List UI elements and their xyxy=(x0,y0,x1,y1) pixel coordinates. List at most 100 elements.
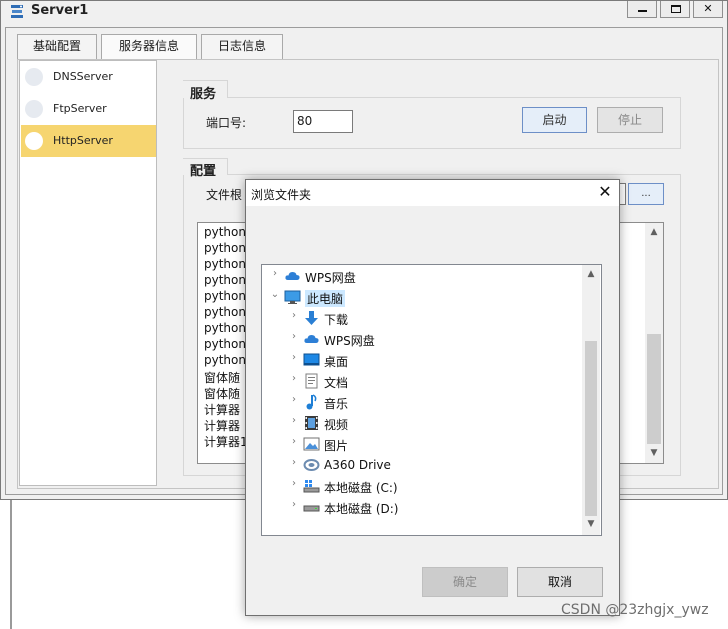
video-icon xyxy=(303,415,320,431)
desktop-icon xyxy=(303,352,320,368)
radio-indicator-icon xyxy=(25,68,43,86)
stop-button[interactable]: 停止 xyxy=(597,107,663,133)
file-list-item[interactable]: python xyxy=(204,337,246,351)
window-title: Server1 xyxy=(31,3,89,18)
browse-folder-dialog: 浏览文件夹 ✕ › WPS网盘 ⌄ 此电脑 › 下载 › WPS网盘 › 桌面 › 文档 › 音乐 › 视频 ›… xyxy=(245,179,620,616)
radio-indicator-icon xyxy=(25,132,43,150)
tree-item-label: 此电脑 xyxy=(305,290,346,307)
file-list-item[interactable]: 计算器1 xyxy=(204,433,248,450)
list-item-httpserver[interactable]: HttpServer xyxy=(21,125,156,157)
chevron-right-icon[interactable]: › xyxy=(288,436,300,447)
tree-item[interactable]: › 桌面 xyxy=(262,350,584,370)
tab-server-info[interactable]: 服务器信息 xyxy=(101,34,197,59)
cloud-icon xyxy=(303,331,320,347)
maximize-icon xyxy=(671,5,681,13)
tree-item[interactable]: › 本地磁盘 (C:) xyxy=(262,476,584,496)
list-item-dnsserver[interactable]: DNSServer xyxy=(21,61,156,93)
tree-item-label: 桌面 xyxy=(324,355,349,369)
start-button[interactable]: 启动 xyxy=(522,107,587,133)
chevron-right-icon[interactable]: › xyxy=(288,331,300,342)
server-type-list: DNSServer FtpServer HttpServer xyxy=(19,60,157,486)
tree-item-label: 音乐 xyxy=(324,397,349,411)
minimize-button[interactable] xyxy=(627,1,657,18)
desktop-divider xyxy=(10,500,12,629)
tree-item-label: 下载 xyxy=(324,313,349,327)
tree-item[interactable]: › 下载 xyxy=(262,308,584,328)
tree-item[interactable]: › WPS网盘 xyxy=(262,329,584,349)
tree-item-label: 视频 xyxy=(324,418,349,432)
tree-item[interactable]: › 图片 xyxy=(262,434,584,454)
file-list-item[interactable]: 窗体随 xyxy=(204,369,240,386)
tree-item[interactable]: › 视频 xyxy=(262,413,584,433)
browse-button[interactable]: ... xyxy=(628,183,664,205)
tree-item-label: WPS网盘 xyxy=(305,271,356,285)
dialog-titlebar[interactable]: 浏览文件夹 ✕ xyxy=(246,180,619,206)
tree-item[interactable]: › WPS网盘 xyxy=(262,266,584,286)
tree-item-label: 本地磁盘 (C:) xyxy=(324,481,398,495)
ok-button[interactable]: 确定 xyxy=(422,567,508,597)
scroll-down-icon[interactable]: ▼ xyxy=(645,448,663,458)
chevron-right-icon[interactable]: › xyxy=(288,352,300,363)
chevron-right-icon[interactable]: › xyxy=(288,457,300,468)
tree-item[interactable]: › 文档 xyxy=(262,371,584,391)
list-item-label: HttpServer xyxy=(53,134,113,147)
tab-log-info[interactable]: 日志信息 xyxy=(201,34,283,59)
window-titlebar[interactable]: Server1 ✕ xyxy=(1,1,727,23)
chevron-right-icon[interactable]: › xyxy=(288,373,300,384)
tree-item-label: WPS网盘 xyxy=(324,334,375,348)
radio-indicator-icon xyxy=(25,100,43,118)
file-list-item[interactable]: 计算器 xyxy=(204,401,240,418)
drive-icon xyxy=(303,499,320,515)
tab-basic-config[interactable]: 基础配置 xyxy=(17,34,97,59)
file-list-item[interactable]: 计算器 xyxy=(204,417,240,434)
cancel-button[interactable]: 取消 xyxy=(517,567,603,597)
tree-scroll-down-icon[interactable]: ▼ xyxy=(582,519,600,529)
document-root-label: 文件根 xyxy=(206,188,243,202)
file-list-item[interactable]: python xyxy=(204,289,246,303)
file-list-item[interactable]: python xyxy=(204,225,246,239)
cloud-icon xyxy=(284,268,301,284)
chevron-right-icon[interactable]: › xyxy=(288,478,300,489)
file-list-item[interactable]: python xyxy=(204,273,246,287)
list-item-label: FtpServer xyxy=(53,102,107,115)
file-list-scroll-thumb[interactable] xyxy=(647,334,661,444)
config-group-title: 配置 xyxy=(186,160,221,179)
file-list-item[interactable]: python xyxy=(204,257,246,271)
scroll-up-icon[interactable]: ▲ xyxy=(645,227,663,237)
chevron-right-icon[interactable]: › xyxy=(269,268,281,279)
dialog-close-icon[interactable]: ✕ xyxy=(595,182,615,202)
document-icon xyxy=(303,373,320,389)
tree-scroll-thumb[interactable] xyxy=(585,341,597,516)
file-list-item[interactable]: python xyxy=(204,321,246,335)
file-list-item[interactable]: python xyxy=(204,353,246,367)
chevron-right-icon[interactable]: › xyxy=(288,415,300,426)
service-group-title: 服务 xyxy=(186,83,221,102)
chevron-right-icon[interactable]: › xyxy=(288,394,300,405)
file-list-item[interactable]: python xyxy=(204,241,246,255)
download-icon xyxy=(303,310,320,326)
music-icon xyxy=(303,394,320,410)
port-input[interactable]: 80 xyxy=(293,110,353,133)
chevron-right-icon[interactable]: › xyxy=(288,310,300,321)
folder-tree[interactable]: › WPS网盘 ⌄ 此电脑 › 下载 › WPS网盘 › 桌面 › 文档 › 音乐 › 视频 › 图片 › A360 … xyxy=(261,264,602,536)
tree-item[interactable]: ⌄ 此电脑 xyxy=(262,287,584,307)
file-list-item[interactable]: python xyxy=(204,305,246,319)
tree-item[interactable]: › 本地磁盘 (D:) xyxy=(262,497,584,517)
a360-drive-icon xyxy=(303,457,320,473)
list-item-label: DNSServer xyxy=(53,70,113,83)
close-window-button[interactable]: ✕ xyxy=(693,1,723,18)
tree-item-label: A360 Drive xyxy=(324,458,391,472)
tree-scroll-up-icon[interactable]: ▲ xyxy=(582,269,600,279)
computer-icon xyxy=(284,289,301,305)
close-icon: ✕ xyxy=(703,2,713,15)
tree-item[interactable]: › A360 Drive xyxy=(262,455,584,475)
maximize-button[interactable] xyxy=(660,1,690,18)
file-list-item[interactable]: 窗体随 xyxy=(204,385,240,402)
tree-item[interactable]: › 音乐 xyxy=(262,392,584,412)
tree-item-label: 本地磁盘 (D:) xyxy=(324,502,399,516)
chevron-down-icon[interactable]: ⌄ xyxy=(269,289,281,300)
list-item-ftpserver[interactable]: FtpServer xyxy=(21,93,156,125)
chevron-right-icon[interactable]: › xyxy=(288,499,300,510)
server-app-icon xyxy=(11,5,23,18)
watermark: CSDN @23zhgjx_ywz xyxy=(561,602,709,618)
